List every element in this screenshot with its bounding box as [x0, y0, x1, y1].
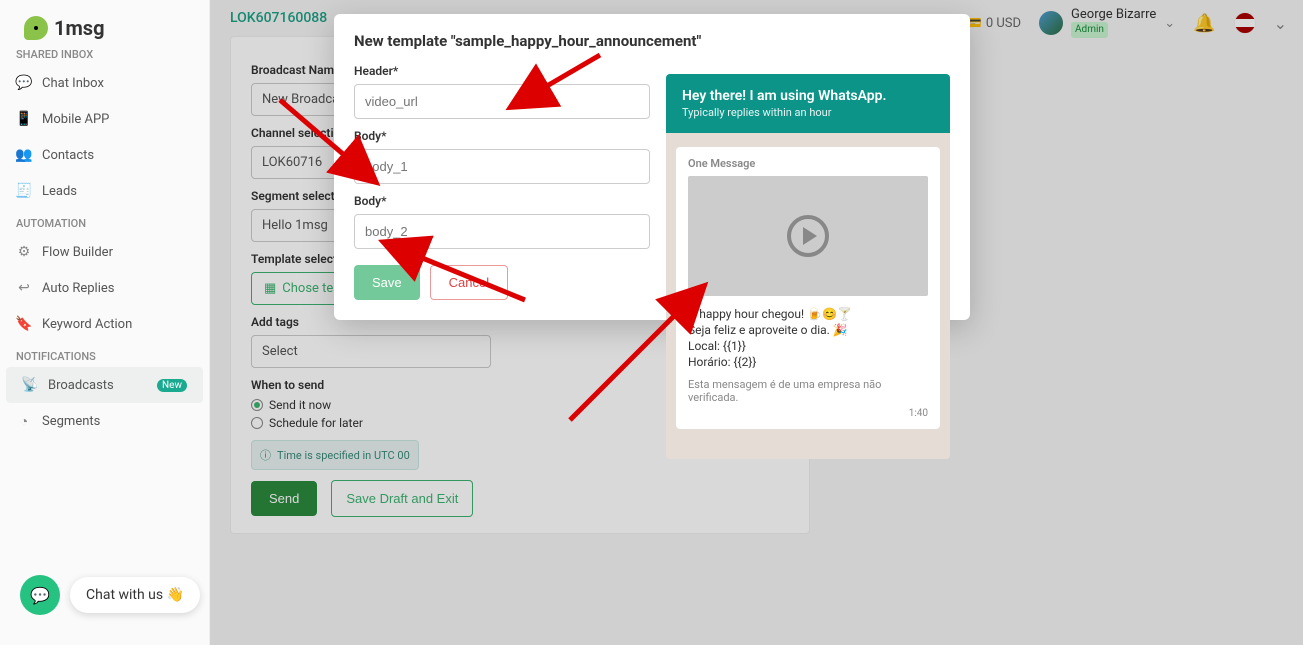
chat-icon: 💬 — [16, 75, 32, 91]
avatar — [1039, 11, 1063, 35]
sidebar-item-keyword-action[interactable]: 🔖 Keyword Action — [0, 306, 209, 342]
sidebar-item-label: Keyword Action — [42, 317, 132, 332]
sidebar-item-label: Broadcasts — [48, 378, 114, 393]
utc-note: ⓘ Time is specified in UTC 00 — [251, 440, 419, 470]
save-draft-button[interactable]: Save Draft and Exit — [331, 480, 473, 517]
preview-header-subtitle: Typically replies within an hour — [682, 106, 934, 119]
message-line1: O happy hour chegou! 🍺😊🍸 — [688, 306, 928, 322]
mobile-icon: 📱 — [16, 111, 32, 127]
label-header: Header* — [354, 64, 650, 78]
balance[interactable]: 💳0 USD — [966, 16, 1021, 31]
body1-input[interactable] — [354, 149, 650, 184]
header-input[interactable] — [354, 84, 650, 119]
radio-icon — [251, 417, 263, 429]
balance-text: 0 USD — [986, 16, 1021, 31]
play-icon — [787, 215, 829, 257]
message-line2: Seja feliz e aproveite o dia. 🎉 — [688, 322, 928, 338]
one-message-label: One Message — [688, 157, 928, 170]
section-shared-inbox: SHARED INBOX — [0, 40, 209, 65]
leads-icon: 🧾 — [16, 183, 32, 199]
message-time: 1:40 — [688, 408, 928, 419]
video-placeholder — [688, 176, 928, 296]
language-flag[interactable] — [1234, 12, 1256, 34]
segment-icon: ◔ — [16, 413, 32, 429]
template-modal: New template "sample_happy_hour_announce… — [334, 14, 970, 320]
send-button[interactable]: Send — [251, 481, 317, 516]
sidebar-item-label: Contacts — [42, 148, 94, 163]
message-line4: Horário: {{2}} — [688, 354, 928, 370]
section-automation: AUTOMATION — [0, 209, 209, 234]
sidebar-item-chat-inbox[interactable]: 💬 Chat Inbox — [0, 65, 209, 101]
sidebar-item-label: Leads — [42, 184, 77, 199]
message-line3: Local: {{1}} — [688, 338, 928, 354]
broadcast-icon: 📡 — [22, 377, 38, 393]
radio-label: Send it now — [269, 398, 331, 412]
chat-bubble-icon: 💬 — [20, 575, 60, 615]
cancel-button[interactable]: Cancel — [430, 265, 508, 300]
user-menu[interactable]: George Bizarre Admin ⌄ — [1039, 8, 1175, 38]
logo-text: 1msg — [54, 16, 105, 40]
preview-header-title: Hey there! I am using WhatsApp. — [682, 88, 934, 104]
preview-header: Hey there! I am using WhatsApp. Typicall… — [666, 74, 950, 133]
contacts-icon: 👥 — [16, 147, 32, 163]
sidebar-item-auto-replies[interactable]: ↩ Auto Replies — [0, 270, 209, 306]
whatsapp-preview: Hey there! I am using WhatsApp. Typicall… — [666, 74, 950, 459]
message-bubble: One Message O happy hour chegou! 🍺😊🍸 Sej… — [676, 147, 940, 429]
save-button[interactable]: Save — [354, 265, 420, 300]
tags-select[interactable]: Select — [251, 335, 491, 368]
utc-text: Time is specified in UTC 00 — [277, 449, 410, 462]
sidebar-item-label: Flow Builder — [42, 245, 113, 260]
body2-input[interactable] — [354, 214, 650, 249]
new-badge: New — [157, 379, 187, 392]
user-name: George Bizarre — [1071, 8, 1156, 22]
radio-label: Schedule for later — [269, 416, 363, 430]
sidebar-item-label: Segments — [42, 414, 100, 429]
chat-pill-text: Chat with us 👋 — [70, 577, 200, 613]
sidebar-item-label: Mobile APP — [42, 112, 109, 127]
message-footer: Esta mensagem é de uma empresa não verif… — [688, 378, 928, 404]
sidebar-item-mobile-app[interactable]: 📱 Mobile APP — [0, 101, 209, 137]
bell-icon[interactable]: 🔔 — [1193, 13, 1215, 34]
sidebar-item-flow-builder[interactable]: ⚙ Flow Builder — [0, 234, 209, 270]
section-notifications: NOTIFICATIONS — [0, 342, 209, 367]
chevron-down-icon: ⌄ — [1164, 16, 1175, 31]
info-icon: ⓘ — [260, 447, 271, 463]
auto-reply-icon: ↩ — [16, 280, 32, 296]
sidebar-item-label: Chat Inbox — [42, 76, 104, 91]
label-body2: Body* — [354, 194, 650, 208]
chevron-down-icon: ⌄ — [1274, 14, 1287, 33]
sidebar-item-contacts[interactable]: 👥 Contacts — [0, 137, 209, 173]
radio-icon — [251, 399, 263, 411]
user-role-badge: Admin — [1071, 22, 1108, 38]
flow-icon: ⚙ — [16, 244, 32, 260]
sidebar-item-leads[interactable]: 🧾 Leads — [0, 173, 209, 209]
logo: 1msg — [24, 16, 209, 40]
grid-icon: ▦ — [264, 281, 276, 296]
sidebar-item-segments[interactable]: ◔ Segments — [0, 403, 209, 439]
label-body1: Body* — [354, 129, 650, 143]
sidebar-item-broadcasts[interactable]: 📡 Broadcasts New — [6, 367, 203, 403]
chat-widget[interactable]: 💬 Chat with us 👋 — [20, 575, 200, 615]
keyword-icon: 🔖 — [16, 316, 32, 332]
modal-title: New template "sample_happy_hour_announce… — [354, 32, 950, 50]
sidebar-item-label: Auto Replies — [42, 281, 114, 296]
logo-icon — [24, 16, 48, 40]
